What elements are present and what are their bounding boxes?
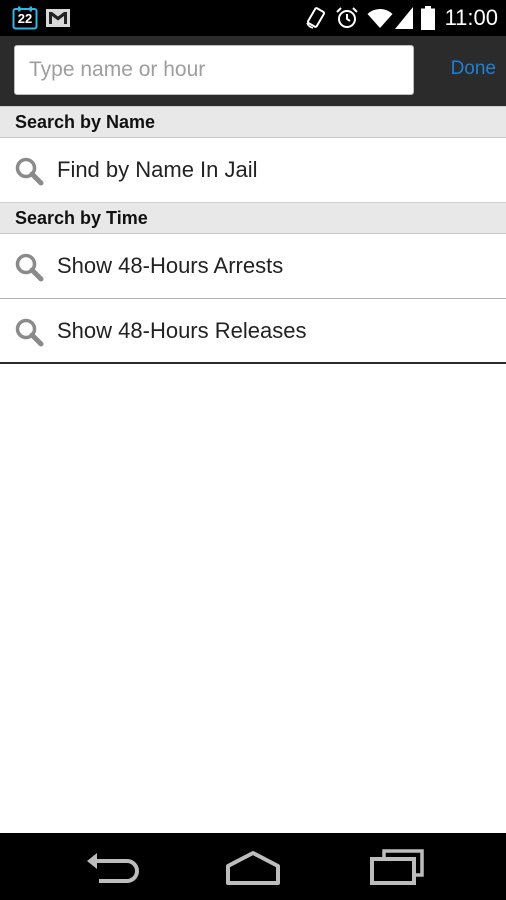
system-icons: 11:00: [297, 4, 498, 32]
recent-apps-button[interactable]: [366, 847, 426, 887]
list-end-divider: [0, 362, 506, 364]
wifi-icon: [367, 8, 393, 29]
alarm-icon: [335, 7, 358, 28]
calendar-icon: 22: [12, 6, 38, 30]
home-button[interactable]: [223, 847, 283, 887]
rotate-icon: [305, 7, 325, 29]
search-header: Done: [0, 36, 506, 106]
section-header-search-by-time: Search by Time: [0, 202, 506, 234]
app-screen: 22 11:00 Type name or hour Done Search b…: [0, 0, 506, 900]
status-bar: 22 11:00: [0, 0, 506, 36]
list-item-label: Find by Name In Jail: [57, 157, 258, 182]
clock: 11:00: [444, 5, 498, 30]
gmail-icon: [46, 9, 70, 27]
back-button[interactable]: [83, 847, 143, 887]
battery-icon: [420, 6, 435, 30]
section-header-search-by-name: Search by Name: [0, 106, 506, 138]
navigation-bar: [0, 833, 506, 900]
home-icon: [226, 851, 280, 885]
list-item-48h-releases[interactable]: Show 48-Hours Releases: [0, 299, 506, 363]
search-icon: [15, 253, 44, 282]
search-icon: [15, 157, 44, 186]
search-input[interactable]: [14, 45, 414, 95]
signal-icon: [394, 7, 413, 29]
list-item-label: Show 48-Hours Arrests: [57, 253, 284, 278]
search-icon: [15, 318, 44, 347]
notification-icons: 22: [12, 6, 70, 30]
list-item-label: Show 48-Hours Releases: [57, 318, 307, 343]
recent-apps-icon: [370, 849, 424, 885]
back-icon: [87, 853, 139, 883]
list-item-find-by-name[interactable]: Find by Name In Jail: [0, 138, 506, 202]
done-button[interactable]: Done: [451, 58, 496, 80]
list-item-48h-arrests[interactable]: Show 48-Hours Arrests: [0, 234, 506, 298]
calendar-day: 22: [17, 11, 33, 26]
